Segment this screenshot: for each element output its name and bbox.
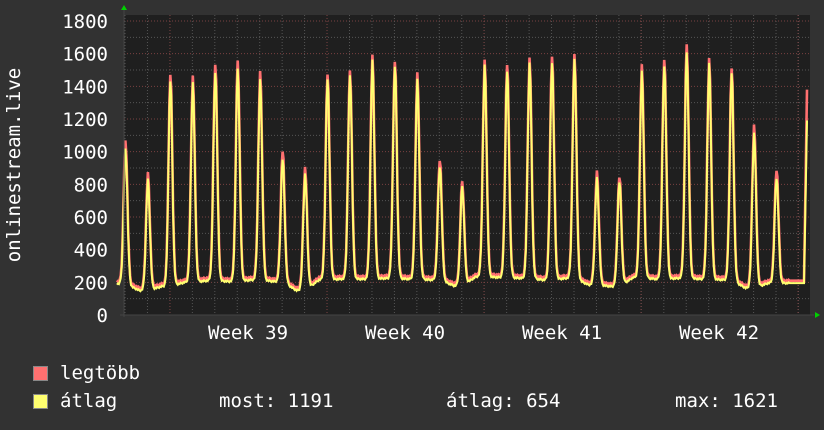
y-tick-label: 1600 <box>62 44 108 66</box>
y-tick-label: 400 <box>74 240 108 262</box>
y-tick-label: 1200 <box>62 109 108 131</box>
legend-label-max: legtöbb <box>60 362 141 384</box>
y-axis-arrow-icon <box>121 5 127 10</box>
y-tick-label: 1000 <box>62 142 108 164</box>
y-tick-label: 200 <box>74 272 108 294</box>
y-tick-label: 0 <box>97 305 108 327</box>
y-tick-label: 1400 <box>62 76 108 98</box>
y-tick-label: 600 <box>74 207 108 229</box>
y-tick-label: 1800 <box>62 11 108 33</box>
stat-max: max: 1621 <box>675 390 778 412</box>
stat-avg: átlag: 654 <box>446 390 561 412</box>
x-tick-label: Week 40 <box>365 322 445 344</box>
legend-swatch-avg <box>33 394 48 409</box>
stat-now: most: 1191 <box>219 390 334 412</box>
x-tick-label: Week 39 <box>208 322 288 344</box>
x-tick-label: Week 42 <box>679 322 759 344</box>
legend-swatch-max <box>33 366 48 381</box>
y-axis-label: onlinestream.live <box>3 68 25 262</box>
x-axis-arrow-icon <box>815 312 820 318</box>
y-tick-label: 800 <box>74 174 108 196</box>
rrd-graph: 0 200 400 600 800 1000 1200 1400 1600 1800 Week 39… <box>0 0 824 430</box>
legend-label-avg: átlag <box>60 390 118 412</box>
x-tick-label: Week 41 <box>522 322 602 344</box>
